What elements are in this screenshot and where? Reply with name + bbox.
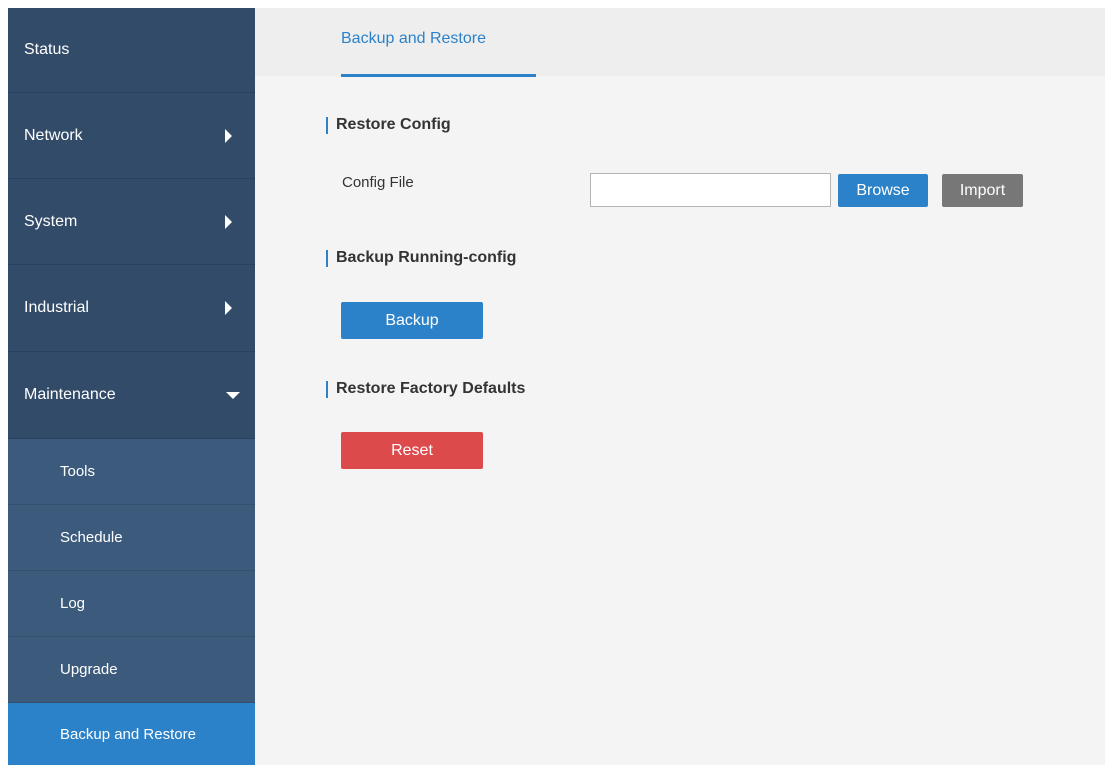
sidebar-subitem-schedule[interactable]: Schedule: [8, 505, 255, 571]
chevron-right-icon: [225, 214, 232, 229]
chevron-right-icon: [225, 128, 232, 143]
sidebar: Status Network System Industrial Mainten…: [8, 8, 255, 765]
sidebar-subitem-log[interactable]: Log: [8, 571, 255, 637]
factory-defaults-section-title: Restore Factory Defaults: [326, 380, 525, 398]
restore-config-section-title: Restore Config: [326, 116, 451, 134]
sidebar-subitem-label: Backup and Restore: [60, 725, 196, 743]
config-file-label: Config File: [342, 174, 414, 191]
sidebar-subitem-label: Schedule: [60, 529, 123, 546]
chevron-down-icon: [226, 392, 240, 399]
import-button[interactable]: Import: [942, 174, 1023, 207]
backup-button[interactable]: Backup: [341, 302, 483, 339]
sidebar-item-label: Status: [24, 41, 70, 58]
app-frame: Status Network System Industrial Mainten…: [8, 8, 1105, 765]
sidebar-item-label: Maintenance: [24, 386, 116, 403]
sidebar-subitem-backup-and-restore[interactable]: Backup and Restore: [8, 703, 255, 765]
config-file-input[interactable]: [590, 173, 831, 207]
sidebar-item-system[interactable]: System: [8, 179, 255, 265]
sidebar-item-status[interactable]: Status: [8, 8, 255, 93]
sidebar-item-label: Industrial: [24, 299, 89, 316]
backup-running-title-text: Backup Running-config: [336, 249, 517, 266]
tab-backup-and-restore[interactable]: Backup and Restore: [341, 30, 486, 48]
sidebar-subitem-label: Log: [60, 595, 86, 612]
sidebar-item-label: Network: [24, 126, 83, 144]
section-marker: [326, 116, 328, 134]
backup-running-section-title: Backup Running-config: [326, 249, 516, 267]
section-marker: [326, 380, 328, 398]
sidebar-item-network[interactable]: Network: [8, 93, 255, 179]
restore-config-title-text: Restore Config: [336, 116, 451, 133]
sidebar-subitem-label: Tools: [60, 463, 96, 480]
active-tab-indicator: [341, 74, 536, 77]
sidebar-subitem-upgrade[interactable]: Upgrade: [8, 637, 255, 703]
tab-bar: Backup and Restore: [255, 8, 1105, 76]
sidebar-item-label: System: [24, 212, 78, 230]
browse-button[interactable]: Browse: [838, 174, 928, 207]
sidebar-item-maintenance[interactable]: Maintenance: [8, 352, 255, 439]
reset-button[interactable]: Reset: [341, 432, 483, 469]
chevron-right-icon: [225, 301, 232, 315]
factory-defaults-title-text: Restore Factory Defaults: [336, 380, 526, 397]
sidebar-subitem-tools[interactable]: Tools: [8, 439, 255, 505]
section-marker: [326, 249, 328, 267]
sidebar-subitem-label: Upgrade: [60, 661, 118, 678]
sidebar-item-industrial[interactable]: Industrial: [8, 265, 255, 352]
